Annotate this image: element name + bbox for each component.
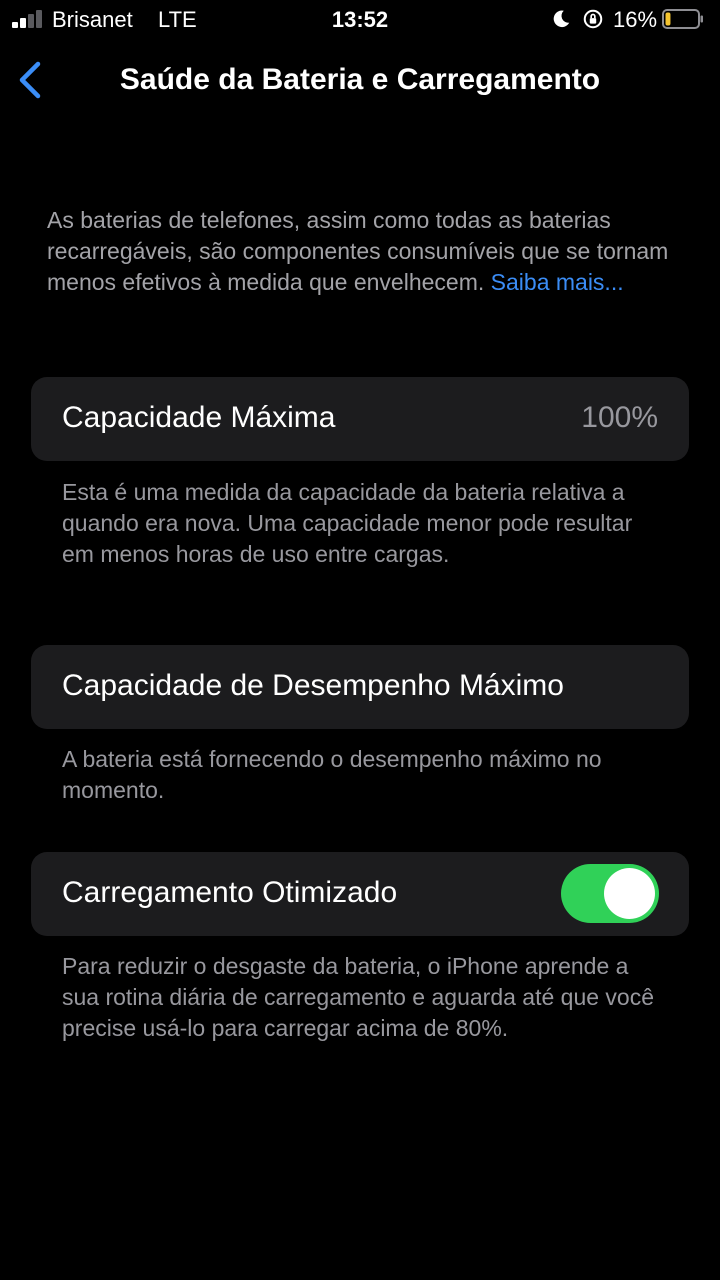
intro-description: As baterias de telefones, assim como tod… <box>47 205 677 298</box>
battery-percentage: 16% <box>613 7 658 32</box>
optimized-charging-footer: Para reduzir o desgaste da bateria, o iP… <box>62 953 655 1041</box>
max-capacity-label: Capacidade Máxima <box>62 401 336 434</box>
optimized-charging-toggle[interactable] <box>561 864 659 923</box>
page-title: Saúde da Bateria e Carregamento <box>119 63 601 96</box>
battery-icon <box>662 9 703 29</box>
rotation-lock-icon <box>583 9 603 29</box>
peak-performance-label: Capacidade de Desempenho Máximo <box>62 669 564 702</box>
optimized-charging-row: Carregamento Otimizado <box>31 852 689 936</box>
clock: 13:52 <box>331 7 389 32</box>
peak-performance-row: Capacidade de Desempenho Máximo <box>31 645 689 729</box>
optimized-charging-label: Carregamento Otimizado <box>62 876 398 909</box>
status-bar: Brisanet LTE 13:52 16% <box>0 0 720 40</box>
battery-health-screen: Brisanet LTE 13:52 16% Saúde da Bateria … <box>0 0 720 1280</box>
toggle-knob <box>604 868 655 919</box>
max-capacity-value: 100% <box>581 401 658 434</box>
moon-icon <box>553 10 570 28</box>
learn-more-link[interactable]: Saiba mais... <box>491 269 624 295</box>
max-capacity-footer: Esta é uma medida da capacidade da bater… <box>62 479 633 567</box>
navigation-bar: Saúde da Bateria e Carregamento <box>0 50 720 112</box>
max-capacity-row: Capacidade Máxima 100% <box>31 377 689 461</box>
peak-performance-footer: A bateria está fornecendo o desempenho m… <box>62 746 602 803</box>
